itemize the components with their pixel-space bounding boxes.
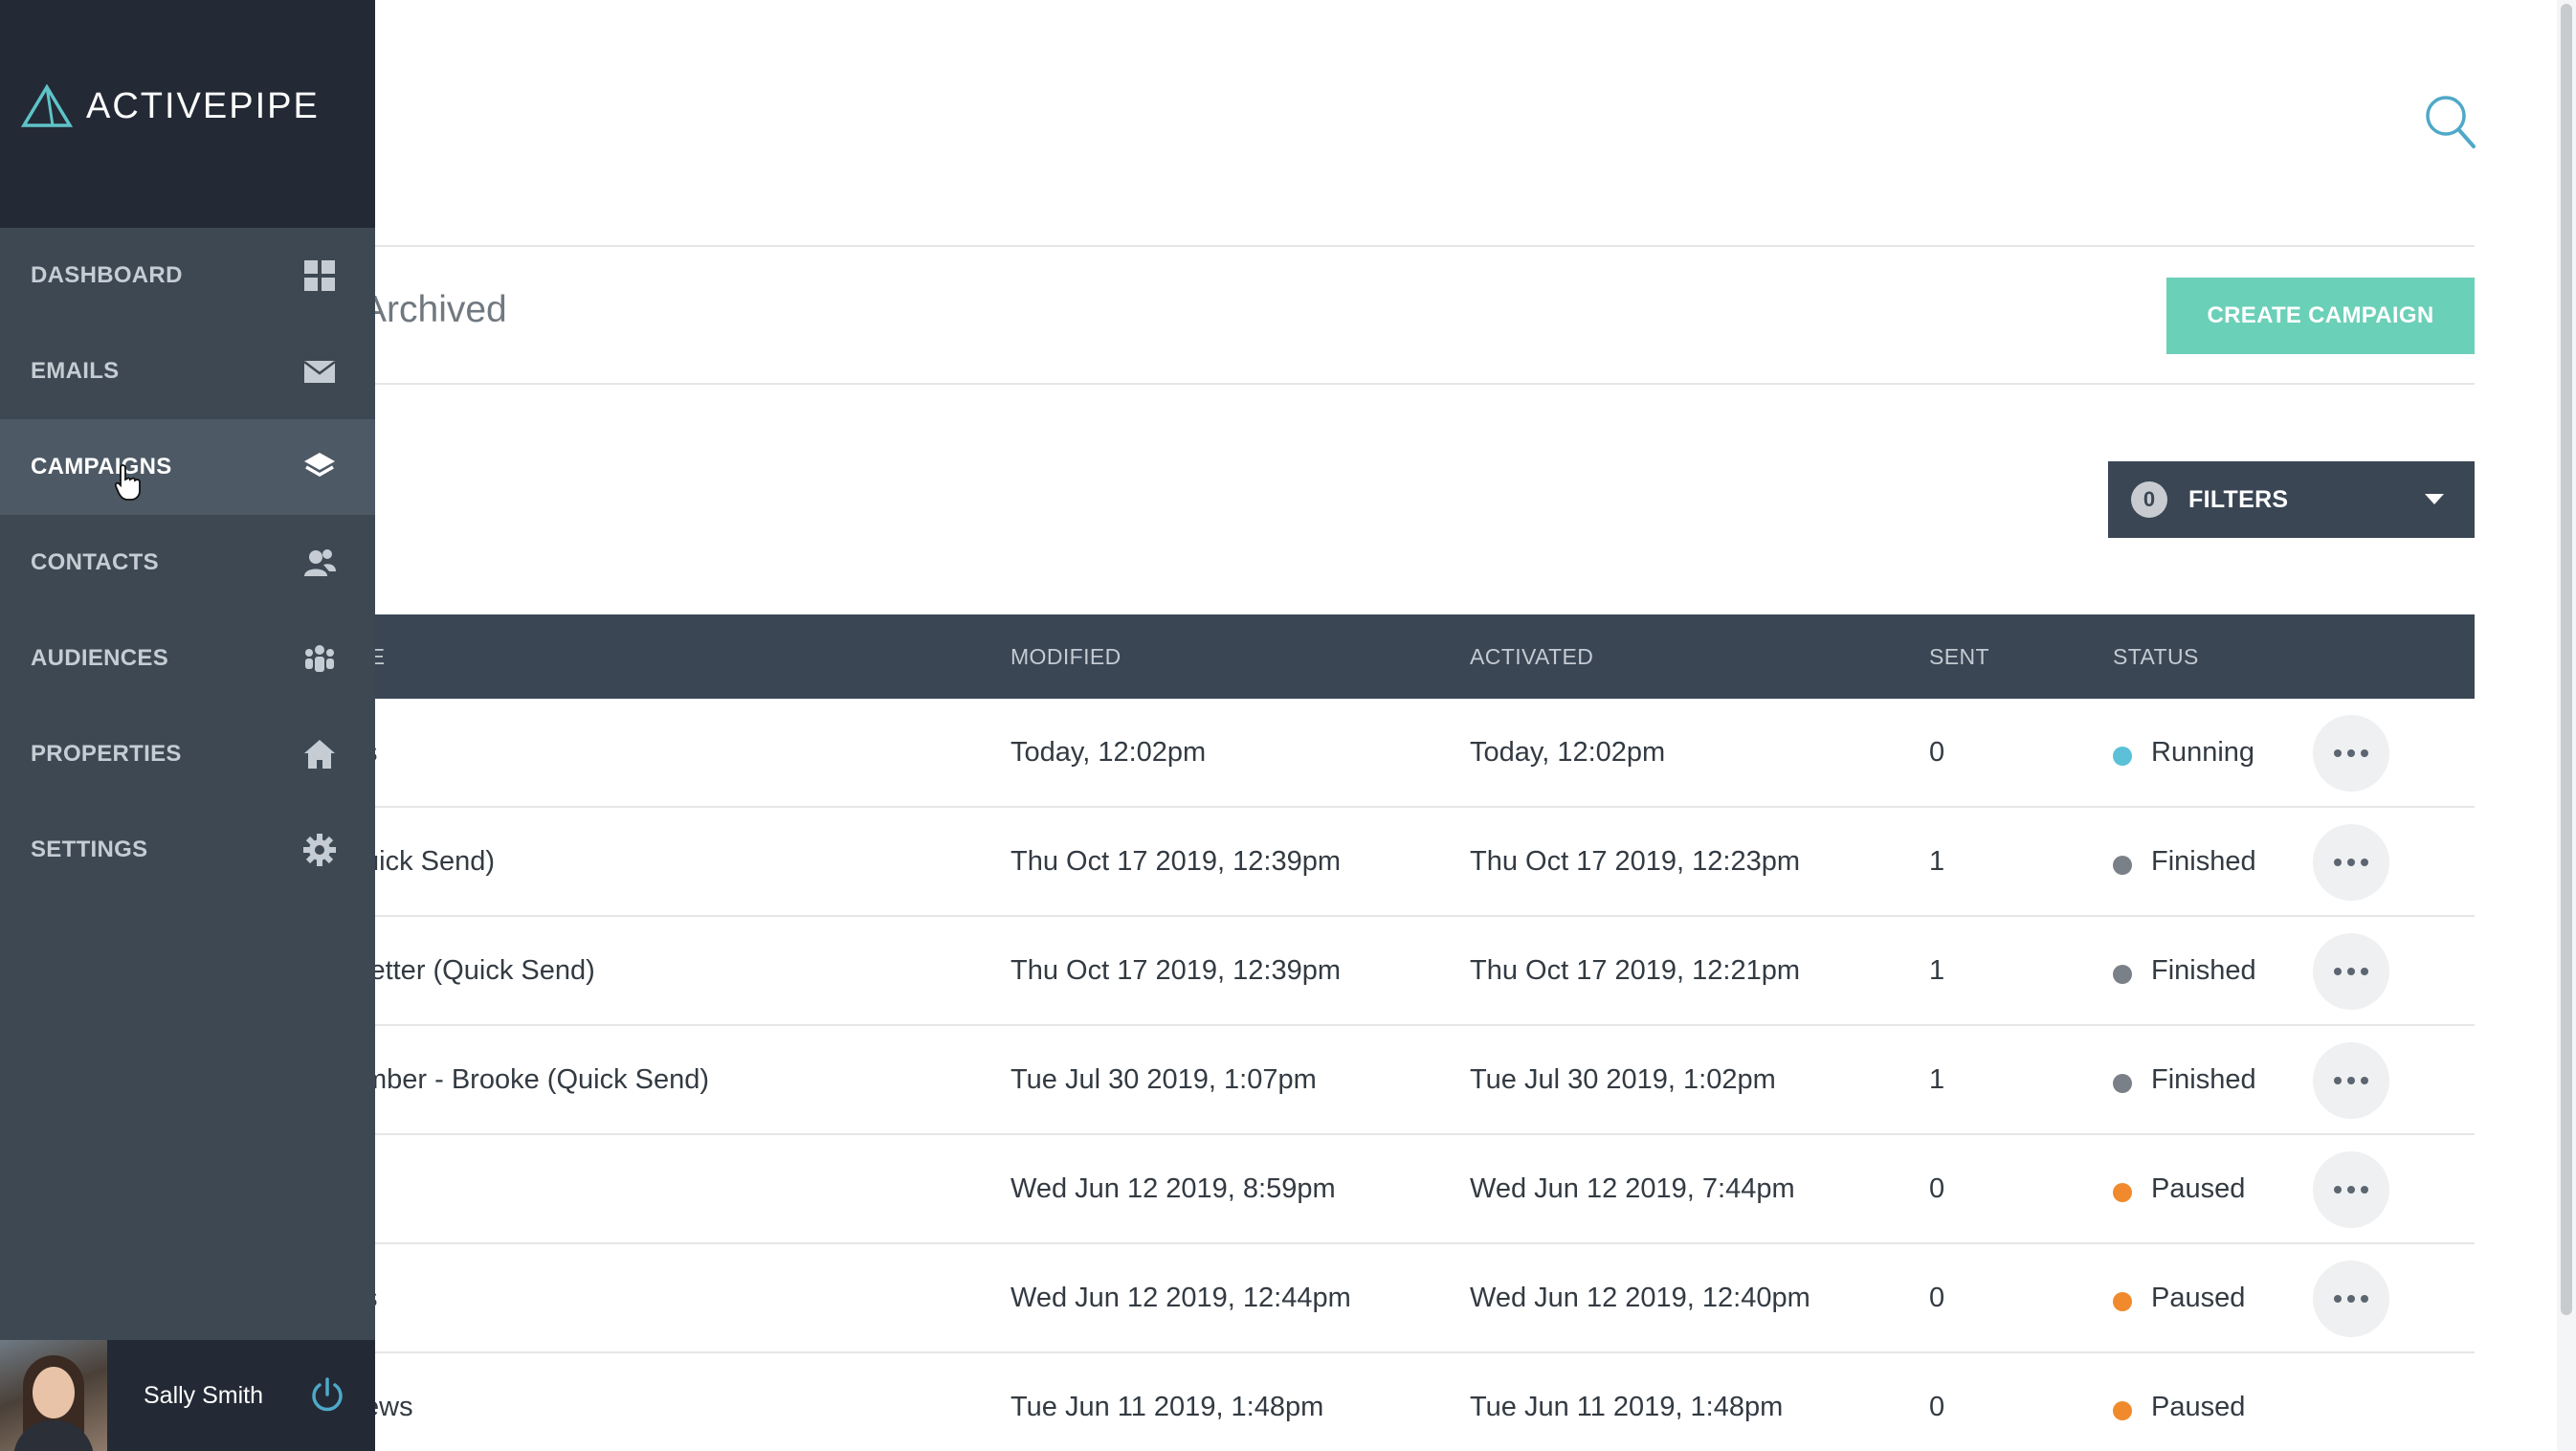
grid-icon bbox=[302, 258, 337, 293]
sidebar-item-label: PROPERTIES bbox=[31, 741, 182, 767]
avatar[interactable] bbox=[0, 1340, 107, 1451]
ellipsis-icon bbox=[2334, 1077, 2342, 1084]
status-text: Running bbox=[2151, 737, 2255, 768]
more-options-button[interactable] bbox=[2313, 1151, 2389, 1228]
envelope-icon bbox=[302, 354, 337, 389]
modified-cell: Tue Jul 30 2019, 1:07pm bbox=[1010, 1064, 1317, 1095]
sidebar-item-label: DASHBOARD bbox=[31, 262, 183, 288]
status-dot-icon bbox=[2113, 1401, 2132, 1420]
more-options-button[interactable] bbox=[2313, 1261, 2389, 1337]
status-dot-icon bbox=[2113, 1074, 2132, 1093]
filters-count-badge: 0 bbox=[2131, 481, 2167, 518]
sidebar-item-audiences[interactable]: AUDIENCES bbox=[0, 611, 375, 706]
campaign-name-cell[interactable]: letter (Quick Send) bbox=[364, 955, 595, 987]
activated-cell: Tue Jul 30 2019, 1:02pm bbox=[1470, 1064, 1776, 1095]
contacts-icon bbox=[302, 546, 337, 580]
activated-cell: Wed Jun 12 2019, 7:44pm bbox=[1470, 1173, 1795, 1204]
scrollbar-thumb[interactable] bbox=[2561, 4, 2572, 1315]
sidebar-item-campaigns[interactable]: CAMPAIGNS bbox=[0, 419, 375, 515]
modified-cell: Wed Jun 12 2019, 8:59pm bbox=[1010, 1173, 1336, 1204]
sent-cell: 0 bbox=[1929, 737, 1945, 768]
modified-cell: Tue Jun 11 2019, 1:48pm bbox=[1010, 1392, 1324, 1422]
sidebar-item-properties[interactable]: PROPERTIES bbox=[0, 706, 375, 802]
sidebar-nav: DASHBOARD EMAILS CAMPAIGNS CONTACTS AUDIENCE… bbox=[0, 228, 375, 898]
activated-cell: Tue Jun 11 2019, 1:48pm bbox=[1470, 1392, 1784, 1422]
sent-cell: 0 bbox=[1929, 1173, 1945, 1204]
power-icon[interactable] bbox=[308, 1376, 346, 1415]
sidebar-item-label: CAMPAIGNS bbox=[31, 454, 172, 480]
sidebar-item-emails[interactable]: EMAILS bbox=[0, 324, 375, 419]
caret-down-icon bbox=[2425, 494, 2444, 504]
sent-cell: 1 bbox=[1929, 1064, 1945, 1095]
activated-cell: Thu Oct 17 2019, 12:23pm bbox=[1470, 846, 1800, 877]
modified-cell: Thu Oct 17 2019, 12:39pm bbox=[1010, 846, 1341, 877]
status-dot-icon bbox=[2113, 965, 2132, 984]
campaign-name-cell[interactable]: uick Send) bbox=[364, 846, 495, 878]
activated-cell: Today, 12:02pm bbox=[1470, 737, 1666, 768]
modified-cell: Wed Jun 12 2019, 12:44pm bbox=[1010, 1283, 1351, 1313]
column-header-activated[interactable]: ACTIVATED bbox=[1470, 644, 1593, 670]
column-header-modified[interactable]: MODIFIED bbox=[1010, 644, 1121, 670]
sidebar-header: ACTIVEPIPE bbox=[0, 0, 375, 228]
main-content: aigns Archived CREATE CAMPAIGN 0 FILTERS… bbox=[0, 0, 2576, 1451]
search-icon[interactable] bbox=[2425, 94, 2476, 151]
gear-icon bbox=[302, 833, 337, 867]
sidebar-item-label: AUDIENCES bbox=[31, 645, 169, 671]
status-text: Paused bbox=[2151, 1283, 2246, 1313]
create-campaign-button[interactable]: CREATE CAMPAIGN bbox=[2166, 278, 2475, 354]
more-options-button[interactable] bbox=[2313, 1042, 2389, 1119]
sidebar-item-dashboard[interactable]: DASHBOARD bbox=[0, 228, 375, 324]
layers-icon bbox=[302, 450, 337, 484]
status-text: Paused bbox=[2151, 1392, 2246, 1422]
logo-text: ACTIVEPIPE bbox=[86, 85, 320, 126]
sidebar-item-contacts[interactable]: CONTACTS bbox=[0, 515, 375, 611]
status-text: Paused bbox=[2151, 1173, 2246, 1204]
status-dot-icon bbox=[2113, 747, 2132, 766]
triangle-logo-icon bbox=[21, 84, 73, 127]
sent-cell: 1 bbox=[1929, 955, 1945, 986]
status-text: Finished bbox=[2151, 1064, 2256, 1095]
campaign-name-cell[interactable]: mber - Brooke (Quick Send) bbox=[364, 1064, 709, 1096]
ellipsis-icon bbox=[2334, 968, 2342, 975]
column-header-status[interactable]: STATUS bbox=[2113, 644, 2199, 670]
status-text: Finished bbox=[2151, 846, 2256, 877]
audiences-icon bbox=[302, 641, 337, 676]
sidebar-item-label: CONTACTS bbox=[31, 549, 159, 575]
status-dot-icon bbox=[2113, 1183, 2132, 1202]
ellipsis-icon bbox=[2334, 749, 2342, 757]
more-options-button[interactable] bbox=[2313, 933, 2389, 1010]
status-dot-icon bbox=[2113, 856, 2132, 875]
ellipsis-icon bbox=[2334, 859, 2342, 866]
house-icon bbox=[302, 737, 337, 771]
column-header-sent[interactable]: SENT bbox=[1929, 644, 1989, 670]
modified-cell: Thu Oct 17 2019, 12:39pm bbox=[1010, 955, 1341, 986]
tab-archived[interactable]: Archived bbox=[362, 289, 507, 331]
modified-cell: Today, 12:02pm bbox=[1010, 737, 1207, 768]
hand-cursor-icon bbox=[114, 463, 142, 502]
activated-cell: Wed Jun 12 2019, 12:40pm bbox=[1470, 1283, 1810, 1313]
sidebar: ACTIVEPIPE DASHBOARD EMAILS CAMPAIGNS CONTA… bbox=[0, 0, 375, 1451]
activated-cell: Thu Oct 17 2019, 12:21pm bbox=[1470, 955, 1800, 986]
more-options-button[interactable] bbox=[2313, 715, 2389, 792]
sidebar-item-label: EMAILS bbox=[31, 358, 120, 384]
sidebar-item-settings[interactable]: SETTINGS bbox=[0, 802, 375, 898]
user-name[interactable]: Sally Smith bbox=[144, 1382, 263, 1410]
status-dot-icon bbox=[2113, 1292, 2132, 1311]
sent-cell: 0 bbox=[1929, 1283, 1945, 1313]
ellipsis-icon bbox=[2334, 1186, 2342, 1194]
filters-label: FILTERS bbox=[2188, 485, 2289, 513]
more-options-button[interactable] bbox=[2313, 824, 2389, 901]
activepipe-logo[interactable]: ACTIVEPIPE bbox=[21, 84, 320, 128]
sent-cell: 1 bbox=[1929, 846, 1945, 877]
filters-dropdown[interactable]: 0 FILTERS bbox=[2108, 461, 2475, 538]
sidebar-item-label: SETTINGS bbox=[31, 837, 148, 862]
status-text: Finished bbox=[2151, 955, 2256, 986]
user-bar: Sally Smith bbox=[0, 1340, 375, 1451]
sent-cell: 0 bbox=[1929, 1392, 1945, 1422]
ellipsis-icon bbox=[2334, 1295, 2342, 1303]
